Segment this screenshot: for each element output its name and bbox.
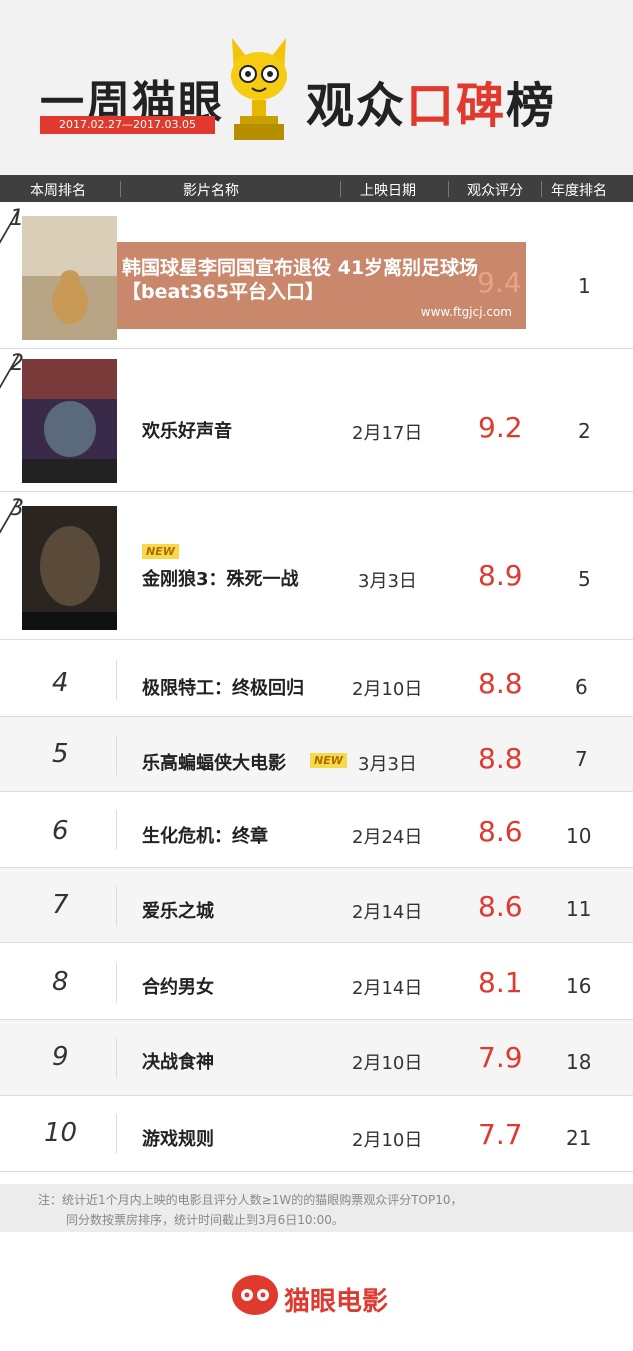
rank-number: 6: [52, 816, 69, 846]
col-year: 年度排名: [551, 183, 607, 199]
movie-title[interactable]: 合约男女: [142, 973, 214, 999]
footnote-line2: 同分数按票房排序，统计时间截止到3月6日10:00。: [66, 1213, 344, 1227]
movie-title[interactable]: 生化危机：终章: [142, 822, 268, 848]
title-right: 观众口碑榜: [306, 66, 556, 136]
row-divider: [116, 1038, 117, 1078]
year-rank: 18: [566, 1050, 592, 1074]
col-title: 影片名称: [183, 183, 239, 199]
movie-title[interactable]: 决战食神: [142, 1048, 214, 1074]
rank-number: 9: [52, 1042, 69, 1072]
table-row[interactable]: 2 欢乐好声音 2月17日 9.2 2: [0, 349, 633, 492]
year-rank: 7: [575, 747, 588, 771]
audience-score: 8.6: [478, 815, 523, 848]
year-rank: 11: [566, 897, 592, 921]
row-divider: [116, 886, 117, 926]
table-row[interactable]: 9 决战食神 2月10日 7.9 18: [0, 1020, 633, 1096]
rank-number: 4: [52, 668, 69, 698]
release-date: 3月3日: [358, 754, 417, 775]
year-rank: 21: [566, 1126, 592, 1150]
release-date: 2月10日: [352, 1130, 423, 1151]
audience-score: 8.1: [478, 966, 523, 999]
audience-score: 9.2: [478, 411, 523, 444]
row-divider: [116, 810, 117, 850]
release-date: 2月14日: [352, 902, 423, 923]
col-rank: 本周排名: [30, 183, 86, 199]
release-date: 3月3日: [358, 571, 417, 592]
audience-score: 7.9: [478, 1041, 523, 1074]
movie-title[interactable]: 金刚狼3：殊死一战: [142, 565, 299, 591]
movie-title[interactable]: 乐高蝙蝠侠大电影: [142, 749, 286, 775]
row-divider: [116, 660, 117, 700]
movie-poster: [22, 506, 117, 630]
overlay-url[interactable]: www.ftgjcj.com: [421, 305, 512, 319]
audience-score: 8.8: [478, 667, 523, 700]
row-divider: [116, 1114, 117, 1154]
column-header-bar: 本周排名 影片名称 上映日期 观众评分 年度排名: [0, 175, 633, 202]
col-separator: [340, 181, 341, 197]
rank-number: 10: [44, 1118, 78, 1148]
movie-poster: [22, 216, 117, 340]
col-separator: [448, 181, 449, 197]
table-row[interactable]: 4 极限特工：终极回归 2月10日 8.8 6: [0, 640, 633, 717]
rank-number: 8: [52, 967, 69, 997]
audience-score: 7.7: [478, 1118, 523, 1151]
new-badge: NEW: [142, 544, 179, 559]
title-right-red: 口碑: [406, 78, 507, 134]
movie-title[interactable]: 极限特工：终极回归: [142, 674, 304, 700]
cat-trophy-icon: [231, 38, 287, 140]
footnote-line1: 注：统计近1个月内上映的电影且评分人数≥1W的的猫眼购票观众评分TOP10，: [38, 1193, 463, 1207]
year-rank: 2: [578, 419, 591, 443]
table-row[interactable]: 3 NEW 金刚狼3：殊死一战 3月3日 8.9 5: [0, 492, 633, 640]
table-row[interactable]: 5 乐高蝙蝠侠大电影 NEW 3月3日 8.8 7: [0, 717, 633, 792]
movie-title[interactable]: 欢乐好声音: [142, 417, 232, 443]
table-row[interactable]: 8 合约男女 2月14日 8.1 16: [0, 943, 633, 1020]
col-separator: [120, 181, 121, 197]
release-date: 2月14日: [352, 978, 423, 999]
col-separator: [541, 181, 542, 197]
release-date: 2月10日: [352, 1053, 423, 1074]
row-divider: [116, 963, 117, 1003]
year-rank: 10: [566, 824, 592, 848]
ad-overlay[interactable]: 韩国球星李同国宣布退役 41岁离别足球场【beat365平台入口】 9.4 ww…: [117, 242, 526, 329]
maoyan-logo-icon: [232, 1275, 278, 1315]
col-score: 观众评分: [467, 183, 523, 199]
movie-title[interactable]: 游戏规则: [142, 1125, 214, 1151]
title-right-tail: 榜: [506, 78, 557, 134]
table-row[interactable]: 7 爱乐之城 2月14日 8.6 11: [0, 868, 633, 943]
overlay-headline[interactable]: 韩国球星李同国宣布退役 41岁离别足球场【beat365平台入口】: [122, 256, 522, 304]
title-right-black: 观众: [306, 78, 407, 134]
release-date: 2月17日: [352, 423, 423, 444]
year-rank: 5: [578, 567, 591, 591]
release-date: 2月24日: [352, 827, 423, 848]
audience-score: 8.9: [478, 559, 523, 592]
row-divider: [116, 735, 117, 775]
rank-number: 7: [52, 890, 69, 920]
date-range-badge: 2017.02.27—2017.03.05: [40, 116, 215, 134]
new-badge: NEW: [310, 753, 347, 768]
audience-score: 8.6: [478, 890, 523, 923]
movie-poster: [22, 359, 117, 483]
year-rank: 1: [578, 274, 591, 298]
footnote: 注：统计近1个月内上映的电影且评分人数≥1W的的猫眼购票观众评分TOP10， 同…: [0, 1184, 633, 1232]
year-rank: 6: [575, 675, 588, 699]
footer-brand: 猫眼电影: [284, 1287, 389, 1317]
year-rank: 16: [566, 974, 592, 998]
table-row[interactable]: 6 生化危机：终章 2月24日 8.6 10: [0, 792, 633, 868]
header: 一周猫眼 2017.02.27—2017.03.05 观众口碑榜: [0, 0, 633, 175]
release-date: 2月10日: [352, 679, 423, 700]
col-date: 上映日期: [360, 183, 416, 199]
audience-score: 9.4: [477, 266, 522, 299]
audience-score: 8.8: [478, 742, 523, 775]
table-row[interactable]: 10 游戏规则 2月10日 7.7 21: [0, 1096, 633, 1172]
movie-title[interactable]: 爱乐之城: [142, 897, 214, 923]
rank-number: 5: [52, 739, 69, 769]
